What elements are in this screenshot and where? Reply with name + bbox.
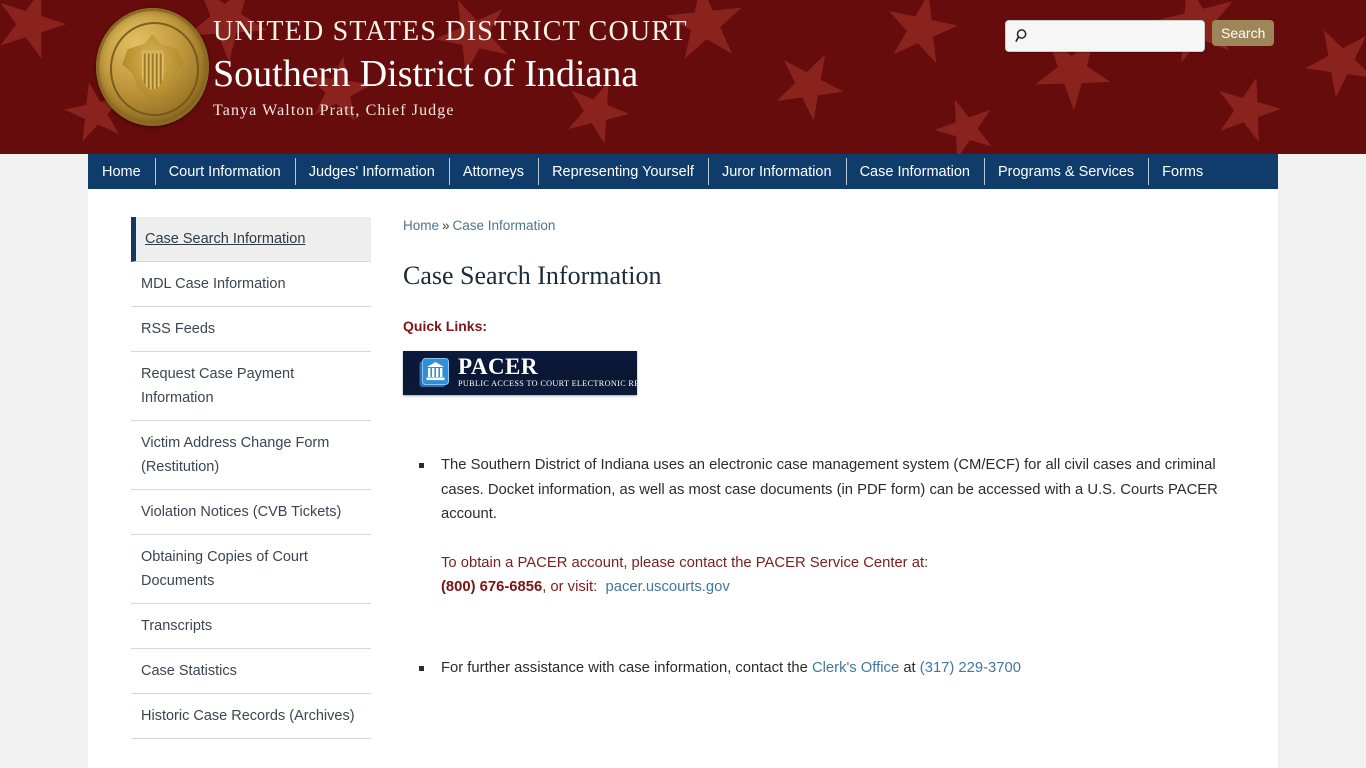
sidebar-item-label: Victim Address Change Form (Restitution) (141, 435, 330, 475)
further-assistance-middle: at (903, 659, 916, 676)
chief-judge-name: Tanya Walton Pratt, Chief Judge (213, 102, 455, 119)
search-button[interactable]: Search (1212, 20, 1275, 46)
sidebar-item-violation-notices[interactable]: Violation Notices (CVB Tickets) (131, 490, 371, 535)
pacer-text: PACER PUBLIC ACCESS TO COURT ELECTRONIC … (458, 354, 637, 390)
pacer-visit-text: , or visit: (542, 579, 598, 595)
nav-item-programs-services[interactable]: Programs & Services (983, 154, 1148, 189)
nav-item-forms[interactable]: Forms (1148, 154, 1217, 189)
search-icon (1015, 29, 1027, 42)
list-item: The Southern District of Indiana uses an… (419, 453, 1243, 600)
content-bullet-list: The Southern District of Indiana uses an… (403, 453, 1243, 680)
main-navigation: Home Court Information Judges' Informati… (88, 154, 1278, 189)
nav-item-court-information[interactable]: Court Information (154, 154, 295, 189)
nav-item-judges-information[interactable]: Judges' Information (294, 154, 449, 189)
sidebar-item-label: Transcripts (141, 618, 213, 634)
sidebar-item-victim-address-change-form[interactable]: Victim Address Change Form (Restitution) (131, 421, 371, 490)
search-area: Search (1005, 20, 1275, 52)
header-titles: UNITED STATES DISTRICT COURT Southern Di… (213, 14, 688, 124)
nav-item-home[interactable]: Home (88, 154, 155, 189)
site-header: ★ ★ ★ ★ ★ ★ ★ ★ ★ ★ ★ ★ ★ ★ UNITED STATE… (0, 0, 1366, 154)
sidebar-item-label: Request Case Payment Information (141, 366, 295, 406)
sidebar-item-mdl-case-information[interactable]: MDL Case Information (131, 262, 371, 307)
sidebar-item-label: Historic Case Records (Archives) (141, 708, 355, 724)
court-name: UNITED STATES DISTRICT COURT (213, 16, 688, 47)
search-input[interactable] (1031, 28, 1199, 44)
sidebar-item-case-search-information[interactable]: Case Search Information (131, 217, 371, 262)
clerks-office-link[interactable]: Clerk's Office (812, 660, 899, 676)
sidebar-item-label: Case Statistics (141, 663, 237, 679)
pacer-logo-link[interactable]: PACER PUBLIC ACCESS TO COURT ELECTRONIC … (403, 351, 637, 395)
pacer-subtitle: PUBLIC ACCESS TO COURT ELECTRONIC RECORD… (458, 379, 637, 388)
clerks-office-phone-link[interactable]: (317) 229-3700 (920, 660, 1021, 676)
further-assistance-prefix: For further assistance with case informa… (441, 659, 808, 676)
sidebar-item-label: Case Search Information (145, 231, 306, 247)
pacer-contact-intro: To obtain a PACER account, please contac… (441, 554, 929, 571)
sidebar-item-label: MDL Case Information (141, 276, 286, 292)
breadcrumb-link-case-information[interactable]: Case Information (453, 218, 556, 233)
sidebar-item-label: RSS Feeds (141, 321, 216, 337)
pacer-service-phone: (800) 676-6856 (441, 579, 543, 595)
pacer-contact-paragraph: To obtain a PACER account, please contac… (441, 551, 1243, 600)
main-column: Home» Case Information Case Search Inform… (403, 217, 1243, 696)
pacer-wordmark: PACER (458, 354, 539, 379)
search-field[interactable] (1005, 20, 1205, 52)
sidebar-item-label: Violation Notices (CVB Tickets) (141, 504, 342, 520)
nav-item-representing-yourself[interactable]: Representing Yourself (538, 154, 708, 189)
sidebar-item-obtaining-copies-of-court-documents[interactable]: Obtaining Copies of Court Documents (131, 535, 371, 604)
sidebar-item-case-statistics[interactable]: Case Statistics (131, 649, 371, 694)
sidebar-item-transcripts[interactable]: Transcripts (131, 604, 371, 649)
pacer-description-text: The Southern District of Indiana uses an… (441, 457, 1218, 522)
district-name: Southern District of Indiana (213, 53, 639, 95)
seal-shield-icon (141, 50, 164, 90)
sidebar-item-request-case-payment-information[interactable]: Request Case Payment Information (131, 352, 371, 421)
page-root: ★ ★ ★ ★ ★ ★ ★ ★ ★ ★ ★ ★ ★ ★ UNITED STATE… (0, 0, 1366, 768)
courthouse-icon (419, 358, 449, 387)
list-spacer (419, 600, 1243, 656)
content-area: Case Search Information MDL Case Informa… (88, 189, 1278, 768)
quick-links-label: Quick Links: (403, 318, 488, 334)
pacer-website-link[interactable]: pacer.uscourts.gov (606, 579, 730, 595)
sidebar-menu: Case Search Information MDL Case Informa… (131, 217, 371, 739)
sidebar-item-rss-feeds[interactable]: RSS Feeds (131, 307, 371, 352)
breadcrumb: Home» Case Information (403, 217, 1243, 235)
breadcrumb-separator: » (442, 218, 450, 233)
breadcrumb-link-home[interactable]: Home (403, 218, 439, 233)
nav-item-case-information[interactable]: Case Information (845, 154, 984, 189)
nav-item-attorneys[interactable]: Attorneys (448, 154, 538, 189)
page-title: Case Search Information (403, 261, 662, 290)
sidebar-item-label: Obtaining Copies of Court Documents (141, 549, 308, 589)
court-seal (96, 8, 209, 126)
list-item: For further assistance with case informa… (419, 656, 1243, 681)
nav-item-juror-information[interactable]: Juror Information (707, 154, 846, 189)
sidebar-item-historic-case-records[interactable]: Historic Case Records (Archives) (131, 694, 371, 739)
